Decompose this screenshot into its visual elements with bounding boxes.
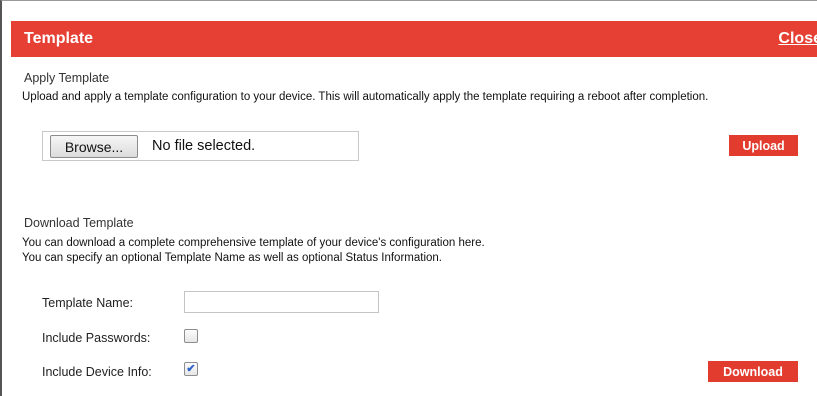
browse-button[interactable]: Browse... <box>50 135 138 158</box>
apply-template-title: Apply Template <box>24 71 110 85</box>
include-device-info-label: Include Device Info: <box>42 365 152 379</box>
include-passwords-label: Include Passwords: <box>42 331 151 345</box>
file-picker[interactable]: Browse... No file selected. <box>42 131 359 161</box>
dialog-title: Template <box>24 30 94 47</box>
upload-button[interactable]: Upload <box>729 135 798 156</box>
download-template-description-2: You can specify an optional Template Nam… <box>22 252 442 264</box>
download-template-description-1: You can download a complete comprehensiv… <box>22 237 485 249</box>
template-name-label: Template Name: <box>42 296 134 310</box>
include-passwords-checkbox[interactable] <box>184 329 198 343</box>
include-device-info-checkbox[interactable]: ✔ <box>184 362 198 376</box>
template-name-input[interactable] <box>184 291 379 313</box>
checkmark-icon: ✔ <box>186 362 196 375</box>
apply-template-description: Upload and apply a template configuratio… <box>22 91 709 103</box>
dialog-header: Template Close <box>11 21 817 57</box>
file-status-text: No file selected. <box>152 138 256 154</box>
download-template-title: Download Template <box>24 216 134 230</box>
close-link[interactable]: Close <box>778 30 817 48</box>
template-dialog: Template Close Apply Template Upload and… <box>0 0 817 396</box>
download-button[interactable]: Download <box>708 361 798 382</box>
